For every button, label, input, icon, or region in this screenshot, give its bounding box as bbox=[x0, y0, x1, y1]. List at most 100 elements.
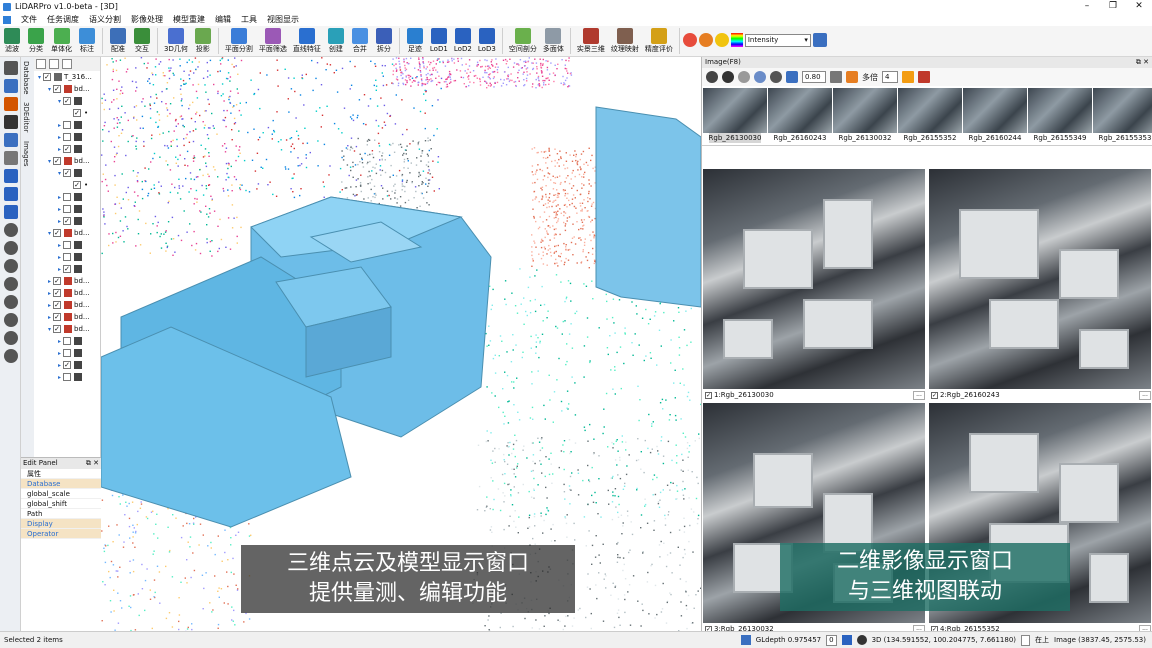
edit-panel-row[interactable]: Operator bbox=[21, 529, 101, 539]
side-tab-database[interactable]: Database bbox=[21, 57, 31, 98]
image-thumbnail[interactable]: Rgb_26155349 bbox=[1028, 88, 1092, 143]
camera-icon[interactable] bbox=[846, 71, 858, 83]
image-view-cell[interactable]: ✓ 2:Rgb_26160243... bbox=[929, 169, 1152, 401]
tree-checkbox[interactable]: ✓ bbox=[63, 361, 71, 369]
tree-checkbox[interactable] bbox=[63, 253, 71, 261]
toolbar-button-13[interactable]: 合并 bbox=[348, 26, 372, 54]
tree-expand-arrow[interactable]: ▸ bbox=[46, 314, 53, 321]
close-button[interactable]: ✕ bbox=[1126, 0, 1152, 13]
toolbar-button-18[interactable]: LoD3 bbox=[475, 26, 499, 54]
edit-panel-row[interactable]: Display bbox=[21, 519, 101, 529]
view-front-icon[interactable] bbox=[4, 169, 18, 183]
tree-row[interactable]: ▾ ✓ T_316... bbox=[34, 71, 100, 83]
tree-row[interactable]: ▸ ✓ bbox=[34, 263, 100, 275]
image-cell-checkbox[interactable]: ✓ bbox=[931, 391, 938, 399]
cube-view-icon[interactable] bbox=[4, 133, 18, 147]
menu-item[interactable]: 视图显示 bbox=[262, 13, 304, 26]
tree-expand-arrow[interactable]: ▾ bbox=[56, 98, 63, 105]
tree-row[interactable]: ▸ ✓ bbox=[34, 215, 100, 227]
tree-row[interactable]: ▸ bbox=[34, 335, 100, 347]
toolbar-button-7[interactable]: 3D几何 bbox=[161, 26, 191, 54]
minimize-button[interactable]: – bbox=[1074, 0, 1100, 13]
zoom-fit-icon[interactable] bbox=[4, 241, 18, 255]
image-cell-checkbox[interactable]: ✓ bbox=[705, 391, 712, 399]
tree-checkbox[interactable]: ✓ bbox=[53, 85, 61, 93]
tree-checkbox[interactable]: ✓ bbox=[53, 277, 61, 285]
tree-checkbox[interactable] bbox=[63, 241, 71, 249]
tree-expand-arrow[interactable]: ▸ bbox=[56, 134, 63, 141]
tree-row[interactable]: ▸ ✓ bd... bbox=[34, 287, 100, 299]
tree-row[interactable]: ▾ ✓ bd... bbox=[34, 155, 100, 167]
tree-checkbox[interactable]: ✓ bbox=[53, 301, 61, 309]
tree-row[interactable]: ▾ ✓ bbox=[34, 167, 100, 179]
toolbar-button-11[interactable]: 直线特征 bbox=[290, 26, 324, 54]
tree-row[interactable]: ▾ ✓ bbox=[34, 95, 100, 107]
link-icon[interactable] bbox=[754, 71, 766, 83]
tree-row[interactable]: ✓ • bbox=[34, 107, 100, 119]
tree-row[interactable]: ✓ • bbox=[34, 179, 100, 191]
menu-item[interactable]: 任务调度 bbox=[42, 13, 84, 26]
tree-row[interactable]: ▸ bbox=[34, 347, 100, 359]
side-tab-3deditor[interactable]: 3DEditor bbox=[21, 98, 31, 137]
save-icon[interactable] bbox=[4, 97, 18, 111]
tree-row[interactable]: ▸ ✓ bd... bbox=[34, 311, 100, 323]
tree-row[interactable]: ▸ bbox=[34, 131, 100, 143]
tree-checkbox[interactable]: ✓ bbox=[63, 97, 71, 105]
image-thumbnail[interactable]: Rgb_26155353 bbox=[1093, 88, 1152, 143]
pin-icon[interactable] bbox=[841, 635, 852, 645]
restore-button[interactable]: ❐ bbox=[1100, 0, 1126, 13]
tree-checkbox[interactable]: ✓ bbox=[53, 325, 61, 333]
tree-checkbox[interactable] bbox=[63, 205, 71, 213]
pick-icon[interactable] bbox=[706, 71, 718, 83]
tree-collapse-icon[interactable] bbox=[49, 59, 59, 69]
tree-expand-arrow[interactable]: ▾ bbox=[56, 170, 63, 177]
app-menu-icon[interactable] bbox=[3, 15, 11, 24]
globe-icon[interactable] bbox=[722, 71, 734, 83]
tree-expand-arrow[interactable]: ▸ bbox=[56, 242, 63, 249]
tree-expand-arrow[interactable]: ▸ bbox=[56, 122, 63, 129]
tree-checkbox[interactable] bbox=[63, 121, 71, 129]
view-left-icon[interactable] bbox=[4, 205, 18, 219]
color-field-select[interactable]: Intensity bbox=[744, 33, 811, 47]
adjust-icon[interactable] bbox=[812, 33, 827, 47]
menu-item[interactable]: 影像处理 bbox=[126, 13, 168, 26]
tree-expand-arrow[interactable]: ▸ bbox=[56, 218, 63, 225]
image-thumbnail[interactable]: Rgb_26130032 bbox=[833, 88, 897, 143]
toolbar-button-16[interactable]: LoD1 bbox=[427, 26, 451, 54]
tree-expand-arrow[interactable]: ▸ bbox=[56, 350, 63, 357]
color-wheel-icon[interactable] bbox=[682, 33, 697, 47]
tree-checkbox[interactable] bbox=[63, 133, 71, 141]
tree-expand-arrow[interactable]: ▸ bbox=[56, 338, 63, 345]
tree-row[interactable]: ▸ ✓ bd... bbox=[34, 275, 100, 287]
tree-checkbox[interactable]: ✓ bbox=[53, 157, 61, 165]
menu-item[interactable]: 编辑 bbox=[210, 13, 236, 26]
edit-panel-row[interactable]: Database bbox=[21, 479, 101, 489]
globe-status-icon[interactable] bbox=[856, 635, 867, 645]
tree-row[interactable]: ▾ ✓ bd... bbox=[34, 83, 100, 95]
toolbar-button-12[interactable]: 创建 bbox=[324, 26, 348, 54]
toolbar-button-9[interactable]: 平面分割 bbox=[222, 26, 256, 54]
new-icon[interactable] bbox=[4, 79, 18, 93]
tree-expand-arrow[interactable]: ▾ bbox=[36, 74, 43, 81]
toolbar-button-14[interactable]: 拆分 bbox=[372, 26, 396, 54]
tree-checkbox[interactable] bbox=[63, 373, 71, 381]
image-thumbnail[interactable]: Rgb_26160244 bbox=[963, 88, 1027, 143]
tree-row[interactable]: ▸ bbox=[34, 191, 100, 203]
tree-expand-arrow[interactable]: ▸ bbox=[56, 362, 63, 369]
tree-expand-arrow[interactable]: ▸ bbox=[46, 302, 53, 309]
opacity-input[interactable]: 0.80 bbox=[802, 71, 826, 83]
tree-checkbox[interactable]: ✓ bbox=[53, 229, 61, 237]
tree-checkbox[interactable]: ✓ bbox=[53, 289, 61, 297]
mode-select[interactable]: 4 bbox=[882, 71, 898, 83]
tree-expand-arrow[interactable]: ▾ bbox=[46, 158, 53, 165]
side-tab-images[interactable]: Images bbox=[21, 137, 31, 171]
tree-expand-arrow[interactable]: ▸ bbox=[56, 374, 63, 381]
view-top-icon[interactable] bbox=[4, 151, 18, 165]
zoom-reset-icon[interactable] bbox=[4, 349, 18, 363]
edit-panel-row[interactable]: global_scale bbox=[21, 489, 101, 499]
tree-expand-arrow[interactable]: ▾ bbox=[46, 86, 53, 93]
tree-expand-arrow[interactable]: ▾ bbox=[46, 230, 53, 237]
tree-row[interactable]: ▸ bbox=[34, 119, 100, 131]
menu-item[interactable]: 工具 bbox=[236, 13, 262, 26]
toolbar-button-6[interactable]: 交互 bbox=[130, 26, 154, 54]
